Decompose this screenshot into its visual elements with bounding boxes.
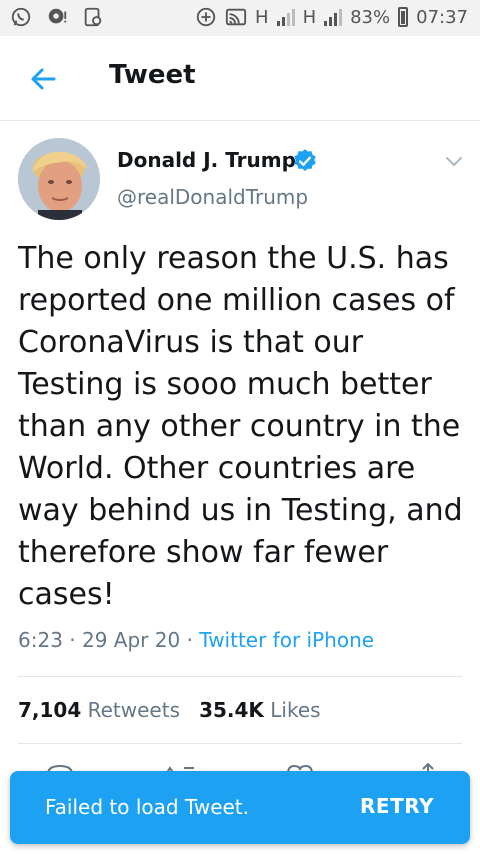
signal-icon bbox=[276, 8, 295, 26]
retweets-count: 7,104 bbox=[18, 698, 82, 722]
notification-icons bbox=[10, 6, 104, 28]
signal-icon-2 bbox=[324, 8, 343, 26]
likes-label: Likes bbox=[270, 698, 321, 722]
network-type-2: H bbox=[302, 6, 317, 28]
status-bar: H H 83% 07:37 bbox=[0, 0, 480, 36]
tweet-source-link[interactable]: Twitter for iPhone bbox=[199, 628, 374, 652]
tweet-time: 6:23 bbox=[18, 628, 63, 652]
tweet-date: 29 Apr 20 bbox=[82, 628, 181, 652]
battery-icon bbox=[398, 7, 409, 27]
avatar[interactable] bbox=[18, 138, 100, 220]
page-title: Tweet bbox=[109, 60, 196, 90]
meta-separator: · bbox=[69, 628, 76, 652]
meta-separator: · bbox=[186, 628, 193, 652]
error-snackbar: Failed to load Tweet. RETRY bbox=[10, 771, 470, 844]
avatar-image bbox=[18, 138, 100, 220]
clock: 07:37 bbox=[416, 6, 468, 28]
divider bbox=[18, 676, 462, 677]
verified-badge-icon bbox=[294, 149, 316, 171]
whatsapp-icon bbox=[11, 7, 31, 27]
likes-stat[interactable]: 35.4K Likes bbox=[199, 698, 321, 722]
retweets-stat[interactable]: 7,104 Retweets bbox=[18, 698, 180, 722]
tweet-text: The only reason the U.S. has reported on… bbox=[18, 241, 463, 612]
cast-icon bbox=[225, 8, 247, 26]
author-handle[interactable]: @realDonaldTrump bbox=[117, 185, 308, 209]
network-type-1: H bbox=[255, 6, 269, 28]
likes-count: 35.4K bbox=[199, 698, 264, 722]
retry-button[interactable]: RETRY bbox=[360, 794, 434, 818]
data-saver-icon bbox=[196, 7, 216, 27]
arrow-left-icon[interactable] bbox=[26, 62, 60, 96]
chat-icon bbox=[48, 8, 67, 24]
tweet-meta: 6:23 · 29 Apr 20 · Twitter for iPhone bbox=[18, 628, 374, 652]
chevron-down-icon[interactable] bbox=[443, 150, 465, 172]
divider bbox=[18, 743, 462, 744]
author-name[interactable]: Donald J. Trump bbox=[117, 148, 296, 172]
tweet-stats: 7,104 Retweets 35.4K Likes bbox=[18, 698, 321, 722]
retweets-label: Retweets bbox=[87, 698, 180, 722]
snackbar-message: Failed to load Tweet. bbox=[45, 795, 250, 819]
battery-percent: 83% bbox=[350, 6, 391, 28]
clipboard-icon bbox=[84, 7, 102, 27]
app-header: Tweet bbox=[0, 36, 480, 121]
system-indicators: H H 83% 07:37 bbox=[195, 6, 468, 28]
